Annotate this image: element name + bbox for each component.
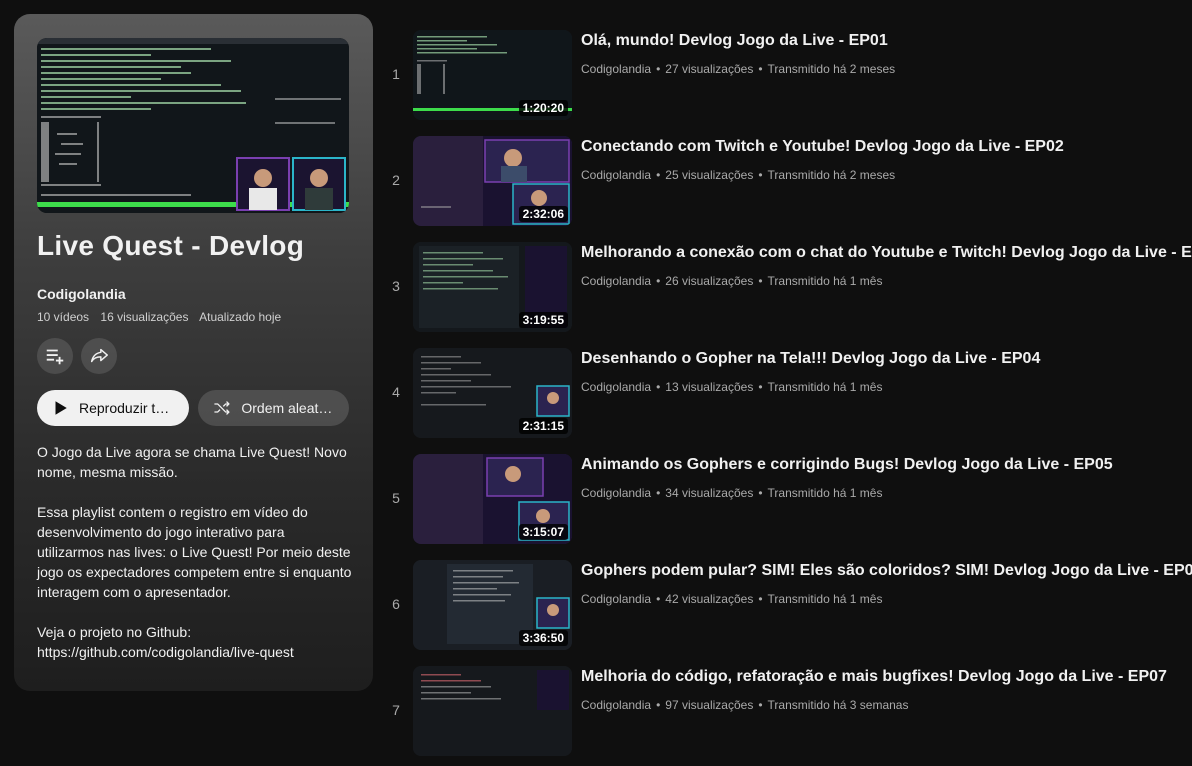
- video-channel[interactable]: Codigolandia: [581, 592, 651, 606]
- updated-label: Atualizado hoje: [199, 310, 282, 324]
- playlist-title: Live Quest - Devlog: [37, 230, 305, 261]
- video-index: 2: [392, 172, 400, 188]
- description-paragraph-1: O Jogo da Live agora se chama Live Quest…: [37, 444, 347, 480]
- video-age: Transmitido há 2 meses: [767, 62, 896, 76]
- video-index: 5: [392, 490, 400, 506]
- video-age: Transmitido há 1 mês: [767, 592, 883, 606]
- play-all-label: Reproduzir tu…: [79, 400, 177, 416]
- video-channel[interactable]: Codigolandia: [581, 698, 651, 712]
- video-index: 3: [392, 278, 400, 294]
- shuffle-icon: [214, 401, 230, 415]
- video-meta: Codigolandia • 34 visualizações • Transmitid…: [581, 486, 883, 500]
- play-all-button[interactable]: Reproduzir tu…: [37, 390, 189, 426]
- video-index: 4: [392, 384, 400, 400]
- video-views: 26 visualizações: [665, 274, 754, 288]
- video-age: Transmitido há 1 mês: [767, 486, 883, 500]
- video-index: 6: [392, 596, 400, 612]
- video-views: 34 visualizações: [665, 486, 754, 500]
- video-meta: Codigolandia • 26 visualizações • Transmitid…: [581, 274, 883, 288]
- video-title[interactable]: Melhorando a conexão com o chat do Youtu…: [581, 244, 1192, 262]
- video-thumbnail[interactable]: 1:20:20: [413, 30, 572, 120]
- video-meta: Codigolandia • 13 visualizações • Transmitid…: [581, 380, 883, 394]
- video-meta: Codigolandia • 25 visualizações • Transmitid…: [581, 168, 896, 182]
- video-thumbnail[interactable]: 3:19:55: [413, 242, 572, 332]
- video-thumbnail[interactable]: 2:31:15: [413, 348, 572, 438]
- channel-name[interactable]: Codigolandia: [37, 286, 126, 302]
- thumbnail-image: [413, 666, 572, 756]
- video-thumbnail[interactable]: [413, 666, 572, 756]
- video-age: Transmitido há 1 mês: [767, 380, 883, 394]
- playlist-video-item[interactable]: 2 2:32:06 Conectando com Twitch e Youtub…: [382, 136, 1192, 236]
- video-title[interactable]: Gophers podem pular? SIM! Eles são color…: [581, 562, 1192, 580]
- video-age: Transmitido há 2 meses: [767, 168, 896, 182]
- video-views: 25 visualizações: [665, 168, 754, 182]
- video-title[interactable]: Animando os Gophers e corrigindo Bugs! D…: [581, 456, 1113, 474]
- description-paragraph-2: Essa playlist contem o registro em vídeo…: [37, 504, 352, 600]
- cover-image: [37, 38, 349, 213]
- video-title[interactable]: Olá, mundo! Devlog Jogo da Live - EP01: [581, 32, 888, 50]
- video-index: 1: [392, 66, 400, 82]
- playlist-video-item[interactable]: 1 1:20:20 Olá, mundo! Devlog Jogo da Liv…: [382, 30, 1192, 130]
- github-label: Veja o projeto no Github:: [37, 624, 192, 640]
- playlist-video-item[interactable]: 5 3:15:07 Animando os Gophers e corrigin…: [382, 454, 1192, 554]
- video-count: 10 vídeos: [37, 310, 90, 324]
- video-channel[interactable]: Codigolandia: [581, 274, 651, 288]
- playlist-video-item[interactable]: 7 Melhoria do código, refatoração e mais…: [382, 666, 1192, 766]
- video-views: 27 visualizações: [665, 62, 754, 76]
- video-duration: 3:15:07: [518, 524, 568, 540]
- playlist-add-icon: [46, 349, 64, 365]
- share-icon: [90, 348, 108, 363]
- description-paragraph-3: Veja o projeto no Github: https://github…: [37, 622, 355, 662]
- playlist-cover-thumbnail[interactable]: [37, 38, 349, 213]
- playlist-header-panel: Live Quest - Devlog Codigolandia 10 víde…: [14, 14, 373, 691]
- video-channel[interactable]: Codigolandia: [581, 62, 651, 76]
- video-channel[interactable]: Codigolandia: [581, 486, 651, 500]
- video-meta: Codigolandia • 27 visualizações • Transmitid…: [581, 62, 896, 76]
- video-views: 42 visualizações: [665, 592, 754, 606]
- video-title[interactable]: Melhoria do código, refatoração e mais b…: [581, 668, 1167, 686]
- video-channel[interactable]: Codigolandia: [581, 168, 651, 182]
- video-duration: 2:32:06: [518, 206, 568, 222]
- playlist-description: O Jogo da Live agora se chama Live Quest…: [37, 442, 355, 682]
- shuffle-button[interactable]: Ordem aleató…: [198, 390, 349, 426]
- share-button[interactable]: [81, 338, 117, 374]
- playlist-video-item[interactable]: 3 3:19:55 Melhorando a conexão com o cha…: [382, 242, 1192, 342]
- video-meta: Codigolandia • 97 visualizações • Transmitid…: [581, 698, 909, 712]
- video-thumbnail[interactable]: 3:15:07: [413, 454, 572, 544]
- video-duration: 3:36:50: [518, 630, 568, 646]
- play-icon: [55, 401, 67, 415]
- video-views: 13 visualizações: [665, 380, 754, 394]
- playlist-video-item[interactable]: 4 2:31:15 Desenhando o Gopher na Tela!!!…: [382, 348, 1192, 448]
- video-title[interactable]: Desenhando o Gopher na Tela!!! Devlog Jo…: [581, 350, 1040, 368]
- playlist-stats: 10 vídeos 16 visualizações Atualizado ho…: [37, 310, 289, 324]
- video-duration: 1:20:20: [518, 100, 568, 116]
- github-link[interactable]: https://github.com/codigolandia/live-que…: [37, 642, 355, 662]
- shuffle-label: Ordem aleató…: [241, 400, 337, 416]
- save-to-library-button[interactable]: [37, 338, 73, 374]
- video-age: Transmitido há 3 semanas: [767, 698, 909, 712]
- video-age: Transmitido há 1 mês: [767, 274, 883, 288]
- video-channel[interactable]: Codigolandia: [581, 380, 651, 394]
- video-duration: 3:19:55: [518, 312, 568, 328]
- playlist-video-item[interactable]: 6 3:36:50 Gophers podem pular? SIM! Eles…: [382, 560, 1192, 660]
- video-thumbnail[interactable]: 3:36:50: [413, 560, 572, 650]
- video-title[interactable]: Conectando com Twitch e Youtube! Devlog …: [581, 138, 1064, 156]
- view-count: 16 visualizações: [100, 310, 189, 324]
- video-meta: Codigolandia • 42 visualizações • Transmitid…: [581, 592, 883, 606]
- video-duration: 2:31:15: [518, 418, 568, 434]
- video-thumbnail[interactable]: 2:32:06: [413, 136, 572, 226]
- video-views: 97 visualizações: [665, 698, 754, 712]
- video-index: 7: [392, 702, 400, 718]
